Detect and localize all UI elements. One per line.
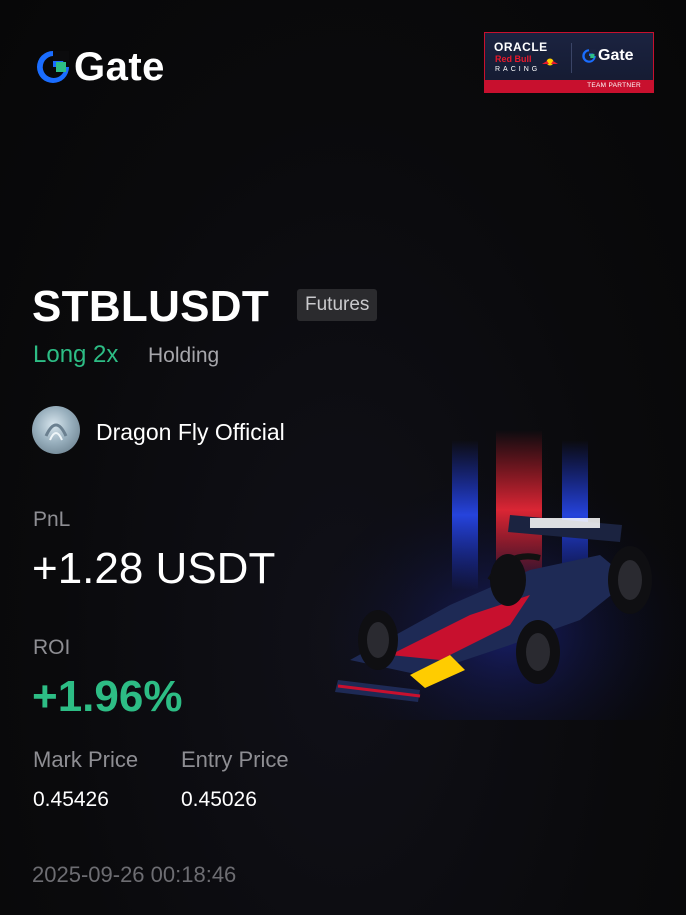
position-status: Holding: [148, 344, 220, 367]
user-avatar: [32, 406, 80, 454]
racing-wordmark: RACING: [495, 66, 541, 73]
team-partner-badge: ORACLE Red Bull RACING Gate TEAM PARTNER: [484, 32, 654, 93]
trading-pair-symbol: STBLUSDT: [32, 282, 270, 331]
user-name: Dragon Fly Official: [96, 419, 285, 445]
pnl-value: +1.28 USDT: [32, 544, 276, 593]
partner-gate-icon: [582, 49, 596, 63]
badge-divider: [571, 43, 572, 73]
pnl-label: PnL: [33, 508, 71, 531]
share-card: Gate ORACLE Red Bull RACING Gate TEAM PA…: [0, 0, 686, 915]
entry-price-label: Entry Price: [181, 747, 289, 772]
mark-price-value: 0.45426: [33, 788, 109, 811]
futures-tag: Futures: [297, 289, 378, 321]
roi-value: +1.96%: [32, 672, 183, 721]
team-partner-strip: TEAM PARTNER: [485, 80, 653, 92]
oracle-wordmark: ORACLE: [494, 40, 548, 54]
entry-price-value: 0.45026: [181, 788, 257, 811]
gate-logo: Gate: [34, 47, 165, 87]
partner-gate-logo: Gate: [581, 47, 634, 65]
gate-logo-icon: [34, 48, 72, 86]
position-side-leverage: Long 2x: [33, 341, 119, 368]
red-bull-logo-icon: [541, 54, 559, 66]
timestamp: 2025-09-26 00:18:46: [32, 862, 237, 887]
red-bull-wordmark: Red Bull: [495, 54, 532, 64]
gate-logo-text: Gate: [74, 45, 165, 89]
mark-price-label: Mark Price: [33, 747, 139, 772]
partner-gate-text: Gate: [598, 47, 634, 64]
f1-car-image: [330, 430, 686, 720]
roi-label: ROI: [33, 636, 71, 659]
